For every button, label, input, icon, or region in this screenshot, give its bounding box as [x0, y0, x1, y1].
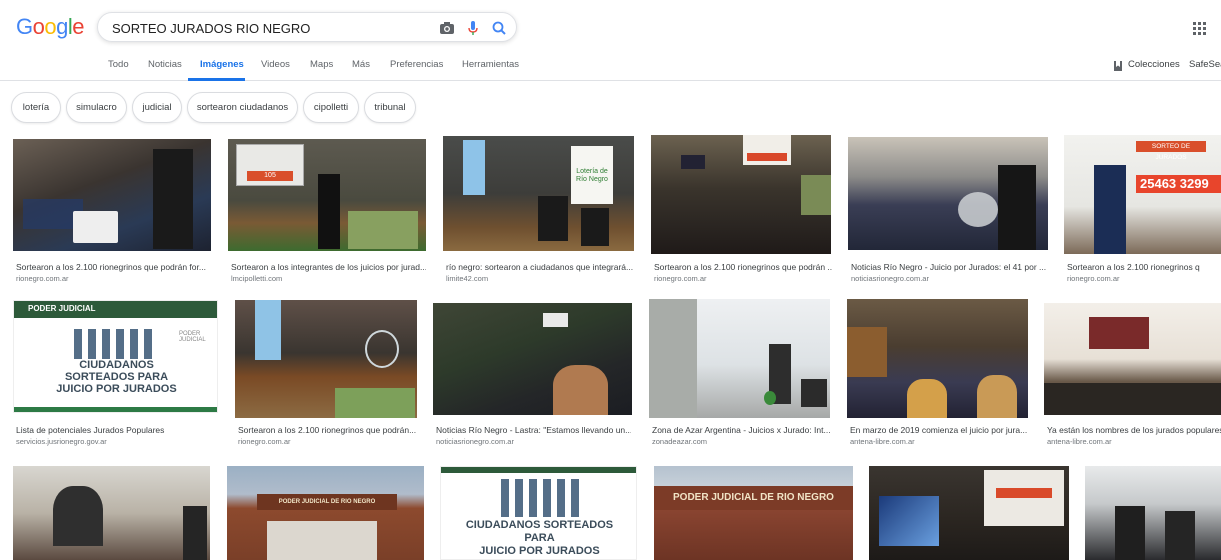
- argentina-flag: [255, 300, 281, 360]
- tab-mas[interactable]: Más: [352, 59, 370, 70]
- result-image[interactable]: [649, 299, 830, 418]
- logo-letter: G: [16, 14, 33, 39]
- logo-letter: o: [44, 14, 57, 39]
- result-image[interactable]: PODER JUDICIAL DE RIO NEGRO: [227, 466, 424, 560]
- result-image[interactable]: [433, 303, 632, 415]
- related-chips: lotería simulacro judicial sortearon ciu…: [0, 92, 1221, 124]
- google-logo[interactable]: Google: [16, 14, 85, 40]
- chip-tribunal[interactable]: tribunal: [364, 92, 416, 123]
- person-figure: [998, 165, 1036, 250]
- result-title[interactable]: Sortearon a los 2.100 rionegrinos que po…: [654, 262, 832, 272]
- result-source: limite42.com: [446, 274, 489, 283]
- result-title[interactable]: Sortearon a los 2.100 rionegrinos q: [1067, 262, 1221, 272]
- result-title[interactable]: Ya están los nombres de los jurados popu…: [1047, 425, 1221, 435]
- tab-maps[interactable]: Maps: [310, 59, 333, 70]
- result-title[interactable]: Lista de potenciales Jurados Populares: [16, 425, 216, 435]
- tab-herramientas[interactable]: Herramientas: [462, 59, 519, 70]
- search-tabs: Todo Noticias Imágenes Videos Maps Más P…: [0, 52, 1221, 81]
- argentina-flag: [463, 140, 485, 195]
- chip-simulacro[interactable]: simulacro: [66, 92, 127, 123]
- result-title[interactable]: Noticias Río Negro - Juicio por Jurados:…: [851, 262, 1048, 272]
- result-image[interactable]: Lotería de Río Negro: [443, 136, 634, 251]
- building-sign: PODER JUDICIAL DE RIO NEGRO: [257, 494, 397, 510]
- result-image[interactable]: [1044, 303, 1221, 415]
- laptop: [73, 211, 118, 243]
- result-image[interactable]: 105: [228, 139, 426, 251]
- result-source: rionegro.com.ar: [238, 437, 291, 446]
- logo-letter: e: [72, 14, 85, 39]
- result-source: antena-libre.com.ar: [1047, 437, 1112, 446]
- result-image[interactable]: PODER JUDICIAL DE RIO NEGRO: [654, 466, 853, 560]
- collections-link[interactable]: Colecciones: [1128, 59, 1180, 70]
- result-source: rionegro.com.ar: [1067, 274, 1120, 283]
- camera-icon[interactable]: [438, 19, 456, 37]
- apps-grid-icon[interactable]: [1193, 22, 1207, 36]
- result-image[interactable]: [13, 139, 211, 251]
- tab-todo[interactable]: Todo: [108, 59, 129, 70]
- tab-preferencias[interactable]: Preferencias: [390, 59, 443, 70]
- result-source: lmcipolletti.com: [231, 274, 283, 283]
- search-input[interactable]: [112, 21, 422, 36]
- logo-letter: g: [56, 14, 68, 39]
- result-image[interactable]: [847, 299, 1028, 418]
- result-image[interactable]: [13, 466, 210, 560]
- mic-icon[interactable]: [464, 19, 482, 37]
- result-image[interactable]: [1085, 466, 1221, 560]
- projection-screen: [743, 135, 791, 165]
- result-title[interactable]: Sortearon a los 2.100 rionegrinos que po…: [16, 262, 211, 272]
- result-source: servicios.jusrionegro.gov.ar: [16, 437, 107, 446]
- tab-noticias[interactable]: Noticias: [148, 59, 182, 70]
- result-image[interactable]: [235, 300, 417, 418]
- person-figure: [318, 174, 340, 249]
- result-source: antena-libre.com.ar: [850, 437, 915, 446]
- result-image[interactable]: [651, 135, 831, 254]
- tab-imagenes[interactable]: Imágenes: [200, 59, 244, 70]
- safesearch-link[interactable]: SafeSea: [1189, 59, 1221, 70]
- result-title[interactable]: Noticias Río Negro - Lastra: "Estamos ll…: [436, 425, 631, 435]
- active-tab-indicator: [188, 78, 245, 81]
- result-source: noticiasrionegro.com.ar: [851, 274, 929, 283]
- result-source: zonadeazar.com: [652, 437, 708, 446]
- result-source: rionegro.com.ar: [16, 274, 69, 283]
- building-sign: PODER JUDICIAL DE RIO NEGRO: [654, 486, 853, 510]
- result-title[interactable]: Sortearon a los 2.100 rionegrinos que po…: [238, 425, 416, 435]
- result-image[interactable]: CIUDADANOS SORTEADOS PARA JUICIO POR JURAD…: [440, 466, 637, 560]
- search-box[interactable]: [97, 12, 517, 42]
- loteria-sign: Lotería de Río Negro: [571, 146, 613, 204]
- projection-screen: 105: [236, 144, 304, 186]
- result-source: noticiasrionegro.com.ar: [436, 437, 514, 446]
- result-image[interactable]: SORTEO DE JURADOS 25463 3299: [1064, 135, 1221, 254]
- header: Google Todo Noticias Imágenes Videos Map…: [0, 0, 1221, 81]
- person-figure: [1094, 165, 1126, 254]
- chip-sortearon-ciudadanos[interactable]: sortearon ciudadanos: [187, 92, 298, 123]
- tab-videos[interactable]: Videos: [261, 59, 290, 70]
- result-title[interactable]: En marzo de 2019 comienza el juicio por …: [850, 425, 1028, 435]
- result-image[interactable]: [869, 466, 1069, 560]
- result-title[interactable]: río negro: sortearon a ciudadanos que in…: [446, 262, 634, 272]
- result-title[interactable]: Zona de Azar Argentina - Juicios x Jurad…: [652, 425, 830, 435]
- result-image[interactable]: [848, 137, 1048, 250]
- result-title[interactable]: Sortearon a los integrantes de los juici…: [231, 262, 426, 272]
- result-source: rionegro.com.ar: [654, 274, 707, 283]
- search-icon[interactable]: [490, 19, 508, 37]
- chip-judicial[interactable]: judicial: [132, 92, 182, 123]
- chip-loteria[interactable]: lotería: [11, 92, 61, 123]
- result-image[interactable]: PODER JUDICIAL PODER JUDICIAL CIUDADANOS…: [13, 300, 218, 413]
- person-figure: [153, 149, 193, 249]
- chip-cipolletti[interactable]: cipolletti: [303, 92, 359, 123]
- bookmark-icon: [1114, 61, 1122, 71]
- logo-letter: o: [32, 14, 45, 39]
